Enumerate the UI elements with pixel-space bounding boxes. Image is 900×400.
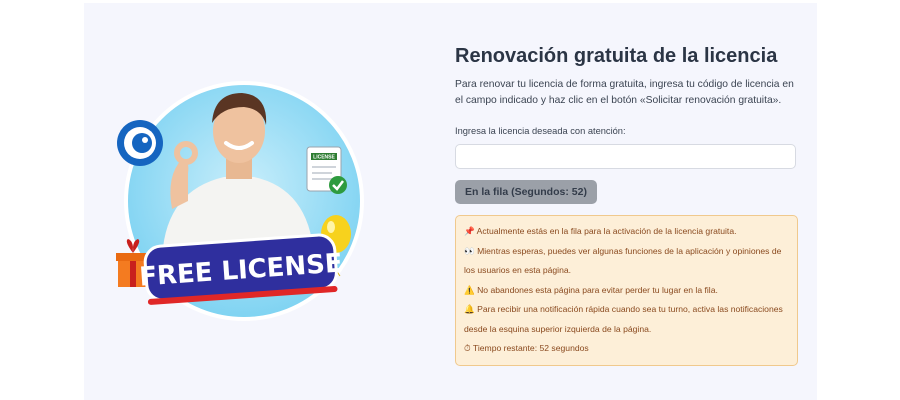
free-license-illustration: LICENSE FREE LICENSE xyxy=(104,81,364,341)
notice-line-browse: 👀 Mientras esperas, puedes ver algunas f… xyxy=(464,245,782,276)
queue-notice: 📌 Actualmente estás en la fila para la a… xyxy=(455,215,798,366)
notice-line-queue: 📌 Actualmente estás en la fila para la a… xyxy=(464,226,737,236)
page-title: Renovación gratuita de la licencia xyxy=(455,45,778,67)
page: LICENSE FREE LICENSE Renovación gratuita… xyxy=(84,3,817,400)
eye-logo-icon xyxy=(117,120,163,166)
document-label: LICENSE xyxy=(313,155,335,161)
queue-status-button[interactable]: En la fila (Segundos: 52) xyxy=(455,180,597,204)
notice-line-notifications: 🔔 Para recibir una notificación rápida c… xyxy=(464,304,783,334)
license-document-icon: LICENSE xyxy=(306,146,347,194)
renewal-panel: Renovación gratuita de la licencia Para … xyxy=(455,43,798,366)
license-field-label: Ingresa la licencia deseada con atención… xyxy=(455,126,626,136)
notice-line-time-remaining: ⏱ Tiempo restante: 52 segundos xyxy=(464,343,589,353)
page-description: Para renovar tu licencia de forma gratui… xyxy=(455,79,794,106)
notice-line-warning: ⚠️ No abandones esta página para evitar … xyxy=(464,284,718,295)
check-badge-icon xyxy=(329,176,347,194)
free-license-artwork: LICENSE FREE LICENSE xyxy=(116,81,364,321)
license-input[interactable] xyxy=(455,144,796,169)
